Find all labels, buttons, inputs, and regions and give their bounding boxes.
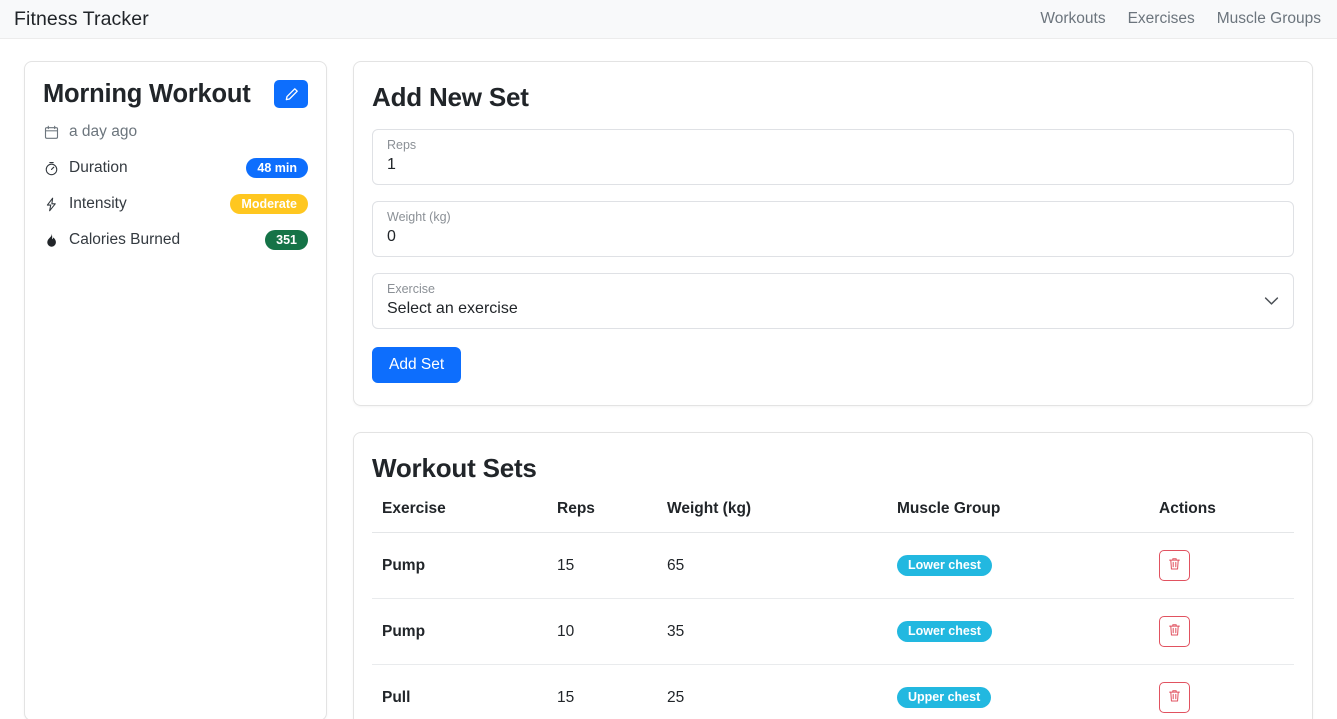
weight-input[interactable]: 0 bbox=[387, 227, 1279, 248]
main-column: Add New Set Reps 1 Weight (kg) 0 Exercis… bbox=[353, 61, 1313, 719]
trash-icon bbox=[1168, 689, 1181, 706]
stat-row-calories: Calories Burned 351 bbox=[43, 228, 308, 252]
workout-sets-card: Workout Sets Exercise Reps Weight (kg) M… bbox=[353, 432, 1313, 719]
pencil-icon bbox=[284, 87, 299, 102]
column-header-reps: Reps bbox=[547, 500, 657, 533]
cell-reps: 10 bbox=[547, 598, 657, 665]
calendar-icon bbox=[43, 125, 60, 140]
nav-link-workouts[interactable]: Workouts bbox=[1040, 10, 1105, 28]
flame-icon bbox=[43, 233, 60, 248]
workout-sets-title: Workout Sets bbox=[372, 453, 537, 483]
workout-date-row: a day ago bbox=[43, 120, 308, 144]
muscle-group-badge: Lower chest bbox=[897, 555, 992, 576]
table-row: Pump 10 35 Lower chest bbox=[372, 598, 1294, 665]
cell-actions bbox=[1149, 532, 1294, 599]
table-row: Pull 15 25 Upper chest bbox=[372, 664, 1294, 719]
stopwatch-icon bbox=[43, 161, 60, 176]
trash-icon bbox=[1168, 623, 1181, 640]
table-body: Pump 15 65 Lower chest Pump 10 35 Lower … bbox=[372, 532, 1294, 719]
column-header-muscle-group: Muscle Group bbox=[887, 500, 1149, 533]
stat-row-duration: Duration 48 min bbox=[43, 156, 308, 180]
reps-input[interactable]: 1 bbox=[387, 155, 1279, 176]
cell-exercise: Pump bbox=[372, 598, 547, 665]
workout-title: Morning Workout bbox=[43, 80, 251, 108]
primary-nav: Workouts Exercises Muscle Groups bbox=[1040, 10, 1321, 28]
cell-exercise: Pump bbox=[372, 532, 547, 599]
stat-value-duration: 48 min bbox=[246, 157, 308, 179]
nav-link-muscle-groups[interactable]: Muscle Groups bbox=[1217, 10, 1321, 28]
cell-weight: 25 bbox=[657, 664, 887, 719]
cell-muscle-group: Upper chest bbox=[887, 664, 1149, 719]
muscle-group-badge: Upper chest bbox=[897, 687, 992, 708]
delete-set-button[interactable] bbox=[1159, 550, 1190, 581]
exercise-label: Exercise bbox=[387, 282, 435, 296]
cell-weight: 35 bbox=[657, 598, 887, 665]
table-row: Pump 15 65 Lower chest bbox=[372, 532, 1294, 599]
workout-summary-header: Morning Workout bbox=[43, 80, 308, 109]
nav-link-exercises[interactable]: Exercises bbox=[1128, 10, 1195, 28]
stat-label-calories: Calories Burned bbox=[69, 231, 181, 249]
workout-date-text: a day ago bbox=[69, 123, 138, 141]
cell-weight: 65 bbox=[657, 532, 887, 599]
cell-reps: 15 bbox=[547, 532, 657, 599]
stat-value-intensity: Moderate bbox=[230, 193, 308, 215]
weight-label: Weight (kg) bbox=[387, 210, 451, 224]
app-brand: Fitness Tracker bbox=[14, 7, 149, 30]
cell-reps: 15 bbox=[547, 664, 657, 719]
column-header-exercise: Exercise bbox=[372, 500, 547, 533]
delete-set-button[interactable] bbox=[1159, 682, 1190, 713]
stat-value-calories: 351 bbox=[265, 229, 308, 251]
cell-muscle-group: Lower chest bbox=[887, 598, 1149, 665]
cell-actions bbox=[1149, 598, 1294, 665]
column-header-weight: Weight (kg) bbox=[657, 500, 887, 533]
muscle-group-badge: Lower chest bbox=[897, 621, 992, 642]
workout-sets-table: Exercise Reps Weight (kg) Muscle Group A… bbox=[372, 500, 1294, 719]
top-navbar: Fitness Tracker Workouts Exercises Muscl… bbox=[0, 0, 1337, 39]
add-new-set-title: Add New Set bbox=[372, 82, 529, 112]
stat-row-intensity: Intensity Moderate bbox=[43, 192, 308, 216]
weight-field[interactable]: Weight (kg) 0 bbox=[372, 201, 1294, 257]
delete-set-button[interactable] bbox=[1159, 616, 1190, 647]
trash-icon bbox=[1168, 557, 1181, 574]
cell-actions bbox=[1149, 664, 1294, 719]
table-header-row: Exercise Reps Weight (kg) Muscle Group A… bbox=[372, 500, 1294, 533]
add-set-button[interactable]: Add Set bbox=[372, 347, 462, 383]
reps-field[interactable]: Reps 1 bbox=[372, 129, 1294, 185]
page-body: Morning Workout a day ago Duration 48 mi… bbox=[0, 39, 1337, 719]
chevron-down-icon bbox=[1264, 297, 1279, 306]
exercise-select-field[interactable]: Exercise Select an exercise bbox=[372, 273, 1294, 329]
column-header-actions: Actions bbox=[1149, 500, 1294, 533]
edit-workout-button[interactable] bbox=[274, 80, 308, 109]
cell-exercise: Pull bbox=[372, 664, 547, 719]
exercise-select-value[interactable]: Select an exercise bbox=[387, 299, 1279, 320]
cell-muscle-group: Lower chest bbox=[887, 532, 1149, 599]
add-new-set-card: Add New Set Reps 1 Weight (kg) 0 Exercis… bbox=[353, 61, 1313, 406]
reps-label: Reps bbox=[387, 138, 417, 152]
lightning-bolt-icon bbox=[43, 197, 60, 212]
stat-label-duration: Duration bbox=[69, 159, 128, 177]
stat-label-intensity: Intensity bbox=[69, 195, 127, 213]
table-header: Exercise Reps Weight (kg) Muscle Group A… bbox=[372, 500, 1294, 533]
workout-summary-card: Morning Workout a day ago Duration 48 mi… bbox=[24, 61, 327, 719]
